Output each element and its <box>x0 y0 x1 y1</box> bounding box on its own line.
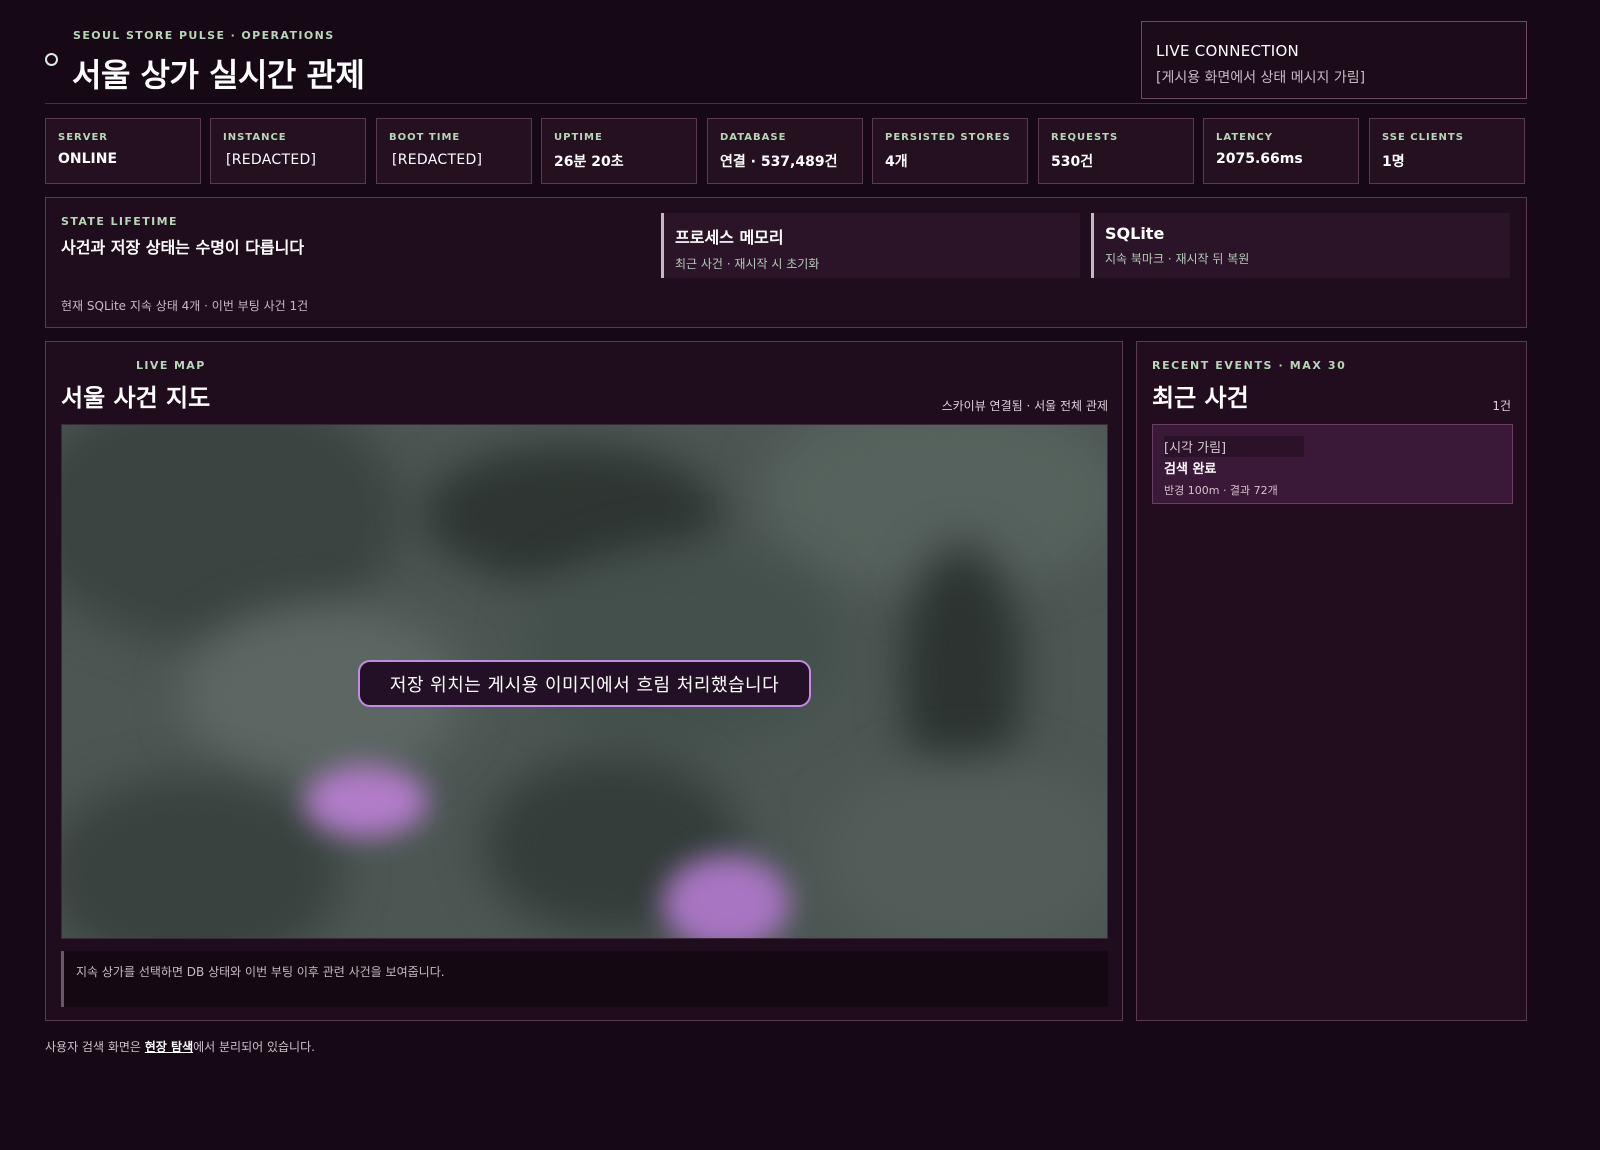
stat-label: PERSISTED STORES <box>885 132 1011 143</box>
stat-value: 26분 20초 <box>554 154 624 170</box>
map-blur-region <box>522 545 842 745</box>
event-time: [시각 가림] <box>1164 436 1304 457</box>
state-lifetime-panel: STATE LIFETIME 사건과 저장 상태는 수명이 다릅니다 현재 SQ… <box>45 197 1527 328</box>
events-title: 최근 사건 <box>1152 384 1249 412</box>
stat-label: UPTIME <box>554 132 603 143</box>
stat-server: SERVER ONLINE <box>45 118 201 184</box>
stat-value: 1명 <box>1382 154 1405 170</box>
stat-value: 2075.66ms <box>1216 151 1303 167</box>
lifetime-note: 현재 SQLite 지속 상태 4개 · 이번 부팅 사건 1건 <box>61 299 309 313</box>
stat-label: LATENCY <box>1216 132 1273 143</box>
footer-prefix: 사용자 검색 화면은 <box>45 1040 145 1054</box>
memory-card-title: 프로세스 메모리 <box>675 228 784 247</box>
event-detail: 반경 100m · 결과 72개 <box>1164 484 1278 497</box>
stat-label: DATABASE <box>720 132 787 143</box>
live-map-panel: LIVE MAP 서울 사건 지도 스카이뷰 연결됨 · 서울 전체 관제 저장… <box>45 341 1123 1021</box>
map-title: 서울 사건 지도 <box>61 384 211 412</box>
header-divider <box>45 103 1527 104</box>
map-canvas[interactable]: 저장 위치는 게시용 이미지에서 흐림 처리했습니다 <box>61 424 1108 939</box>
map-marker-blur <box>304 765 428 837</box>
memory-card-subtitle: 최근 사건 · 재시작 시 초기화 <box>675 257 820 271</box>
stat-persisted-stores: PERSISTED STORES 4개 <box>872 118 1028 184</box>
map-privacy-banner: 저장 위치는 게시용 이미지에서 흐림 처리했습니다 <box>358 660 811 707</box>
recent-events-panel: RECENT EVENTS · MAX 30 최근 사건 1건 [시각 가림] … <box>1136 341 1527 1021</box>
map-eyebrow: LIVE MAP <box>136 359 206 372</box>
events-eyebrow: RECENT EVENTS · MAX 30 <box>1152 359 1347 372</box>
sqlite-card-title: SQLite <box>1105 224 1165 243</box>
live-connection-title: LIVE CONNECTION <box>1156 42 1300 60</box>
stat-database: DATABASE 연결 · 537,489건 <box>707 118 863 184</box>
stat-latency: LATENCY 2075.66ms <box>1203 118 1359 184</box>
events-count: 1건 <box>1492 399 1511 413</box>
stat-value: 530건 <box>1051 154 1094 170</box>
field-explore-link[interactable]: 현장 탐색 <box>145 1040 193 1054</box>
connection-status-icon <box>45 53 58 66</box>
sqlite-card: SQLite 지속 북마크 · 재시작 뒤 복원 <box>1091 213 1510 278</box>
stat-instance: INSTANCE [REDACTED] <box>210 118 366 184</box>
event-item[interactable]: [시각 가림] 검색 완료 반경 100m · 결과 72개 <box>1152 424 1513 504</box>
event-name: 검색 완료 <box>1164 462 1217 477</box>
map-blur-region <box>62 775 342 938</box>
stat-boot-time: BOOT TIME [REDACTED] <box>376 118 532 184</box>
map-marker-blur <box>662 855 790 938</box>
stat-value: 4개 <box>885 154 908 170</box>
footer-note: 사용자 검색 화면은 현장 탐색에서 분리되어 있습니다. <box>45 1038 315 1055</box>
stat-sse-clients: SSE CLIENTS 1명 <box>1369 118 1525 184</box>
stat-label: SERVER <box>58 132 109 143</box>
stat-requests: REQUESTS 530건 <box>1038 118 1194 184</box>
map-hint: 지속 상가를 선택하면 DB 상태와 이번 부팅 이후 관련 사건을 보여줍니다… <box>61 951 1108 1007</box>
stat-value: [REDACTED] <box>392 152 483 168</box>
stat-uptime: UPTIME 26분 20초 <box>541 118 697 184</box>
lifetime-eyebrow: STATE LIFETIME <box>61 215 178 228</box>
stat-label: REQUESTS <box>1051 132 1119 143</box>
stat-value: ONLINE <box>58 151 118 167</box>
live-connection-status: [게시용 화면에서 상태 메시지 가림] <box>1156 70 1366 86</box>
sqlite-card-subtitle: 지속 북마크 · 재시작 뒤 복원 <box>1105 252 1250 266</box>
lifetime-title: 사건과 저장 상태는 수명이 다릅니다 <box>61 238 305 257</box>
stat-label: INSTANCE <box>223 132 287 143</box>
stat-value: 연결 · 537,489건 <box>720 154 838 170</box>
footer-suffix: 에서 분리되어 있습니다. <box>193 1040 315 1054</box>
live-connection-box: LIVE CONNECTION [게시용 화면에서 상태 메시지 가림] <box>1141 21 1527 99</box>
page-title: 서울 상가 실시간 관제 <box>72 56 365 94</box>
map-blur-region <box>822 755 1107 938</box>
stat-label: SSE CLIENTS <box>1382 132 1464 143</box>
process-memory-card: 프로세스 메모리 최근 사건 · 재시작 시 초기화 <box>661 213 1080 278</box>
stat-label: BOOT TIME <box>389 132 461 143</box>
map-status: 스카이뷰 연결됨 · 서울 전체 관제 <box>941 399 1108 413</box>
stat-value: [REDACTED] <box>226 152 317 168</box>
page-eyebrow: SEOUL STORE PULSE · OPERATIONS <box>73 29 335 42</box>
